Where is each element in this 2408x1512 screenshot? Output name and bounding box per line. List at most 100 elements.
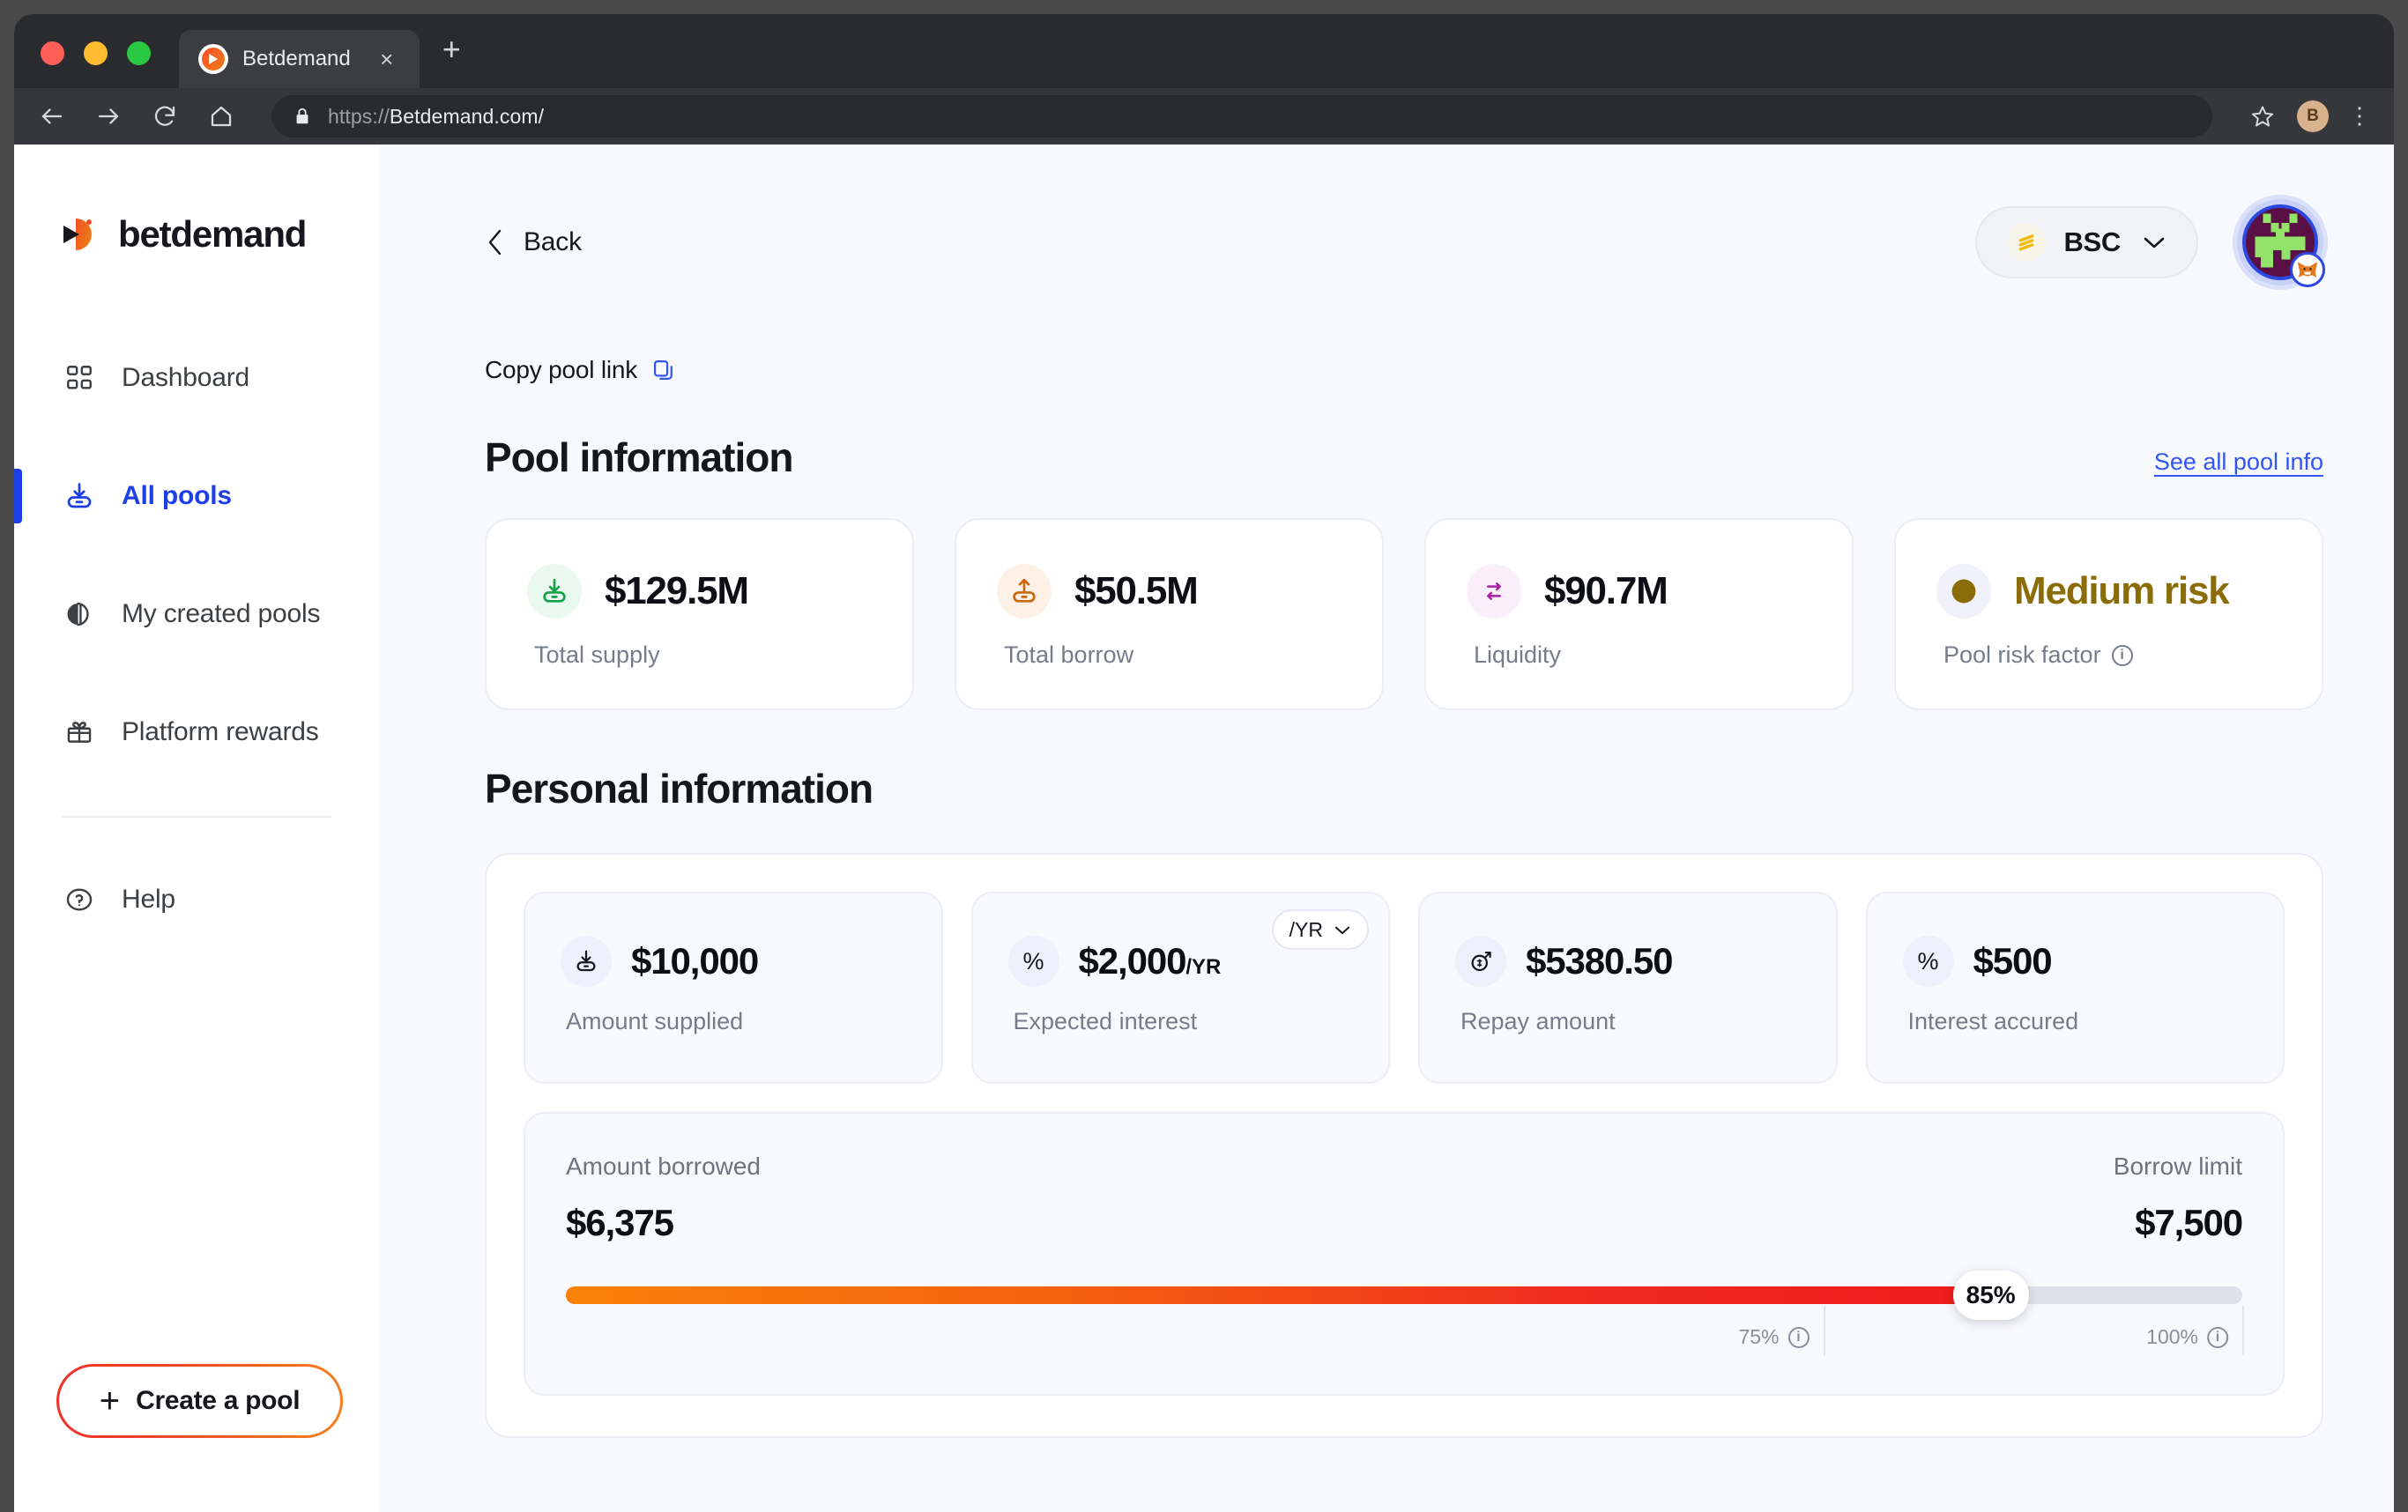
chevron-left-icon bbox=[485, 226, 506, 258]
sidebar-item-help[interactable]: Help bbox=[14, 865, 379, 934]
browser-tab[interactable]: Betdemand × bbox=[179, 30, 420, 88]
personal-stat-grid: $10,000 Amount supplied /YR % $2,000/YR … bbox=[524, 892, 2285, 1084]
personal-card-value-suffix: /YR bbox=[1185, 955, 1222, 979]
tick-line bbox=[2242, 1306, 2244, 1355]
personal-card-label: Interest accured bbox=[1907, 1008, 2079, 1034]
chrome-profile-avatar[interactable]: B bbox=[2297, 100, 2329, 132]
borrow-icon bbox=[997, 564, 1052, 619]
personal-card-label: Repay amount bbox=[1460, 1008, 1616, 1034]
info-icon[interactable]: i bbox=[2111, 644, 2133, 666]
period-selector[interactable]: /YR bbox=[1271, 909, 1369, 950]
sidebar-item-label: My created pools bbox=[122, 599, 321, 628]
sidebar-item-label: Platform rewards bbox=[122, 717, 319, 746]
stat-label: Liquidity bbox=[1474, 641, 1811, 669]
back-label: Back bbox=[524, 227, 582, 256]
back-nav-icon[interactable] bbox=[37, 101, 67, 131]
copy-pool-link-button[interactable]: Copy pool link bbox=[485, 356, 676, 384]
percent-icon: % bbox=[1007, 936, 1059, 987]
chevron-down-icon bbox=[2142, 234, 2166, 250]
brand-logo[interactable]: betdemand bbox=[62, 213, 379, 256]
back-button[interactable]: Back bbox=[485, 226, 582, 258]
stat-value: $50.5M bbox=[1074, 569, 1199, 612]
maximize-window-button[interactable] bbox=[127, 41, 151, 65]
bnb-icon bbox=[2007, 223, 2047, 262]
stat-label-text: Total supply bbox=[534, 641, 660, 668]
url-scheme: https:// bbox=[328, 104, 390, 128]
address-bar[interactable]: https://Betdemand.com/ bbox=[271, 95, 2212, 137]
personal-card-top: $10,000 bbox=[561, 936, 906, 987]
progress-ticks: 75% i 100% i bbox=[566, 1306, 2244, 1359]
personal-card-interest-accured: % $500 Interest accured bbox=[1865, 892, 2285, 1084]
percent-icon: % bbox=[1902, 936, 1954, 987]
supply-icon bbox=[561, 936, 612, 987]
borrow-progress-bar[interactable]: 85% bbox=[566, 1271, 2242, 1320]
amount-borrowed-label: Amount borrowed bbox=[566, 1153, 762, 1180]
borrow-limit-label: Borrow limit bbox=[2113, 1153, 2242, 1180]
section-title: Personal information bbox=[485, 766, 873, 812]
personal-card-amount-supplied: $10,000 Amount supplied bbox=[524, 892, 943, 1084]
browser-tabstrip: Betdemand × + bbox=[14, 14, 2394, 88]
sidebar-item-all-pools[interactable]: All pools bbox=[14, 462, 379, 530]
info-icon[interactable]: i bbox=[2207, 1326, 2228, 1348]
swap-icon bbox=[1467, 564, 1521, 619]
page-topbar: Back BSC bbox=[485, 145, 2325, 287]
forward-nav-icon[interactable] bbox=[93, 101, 123, 131]
repay-icon bbox=[1455, 936, 1506, 987]
gift-icon bbox=[62, 715, 97, 750]
url-host: Betdemand.com/ bbox=[389, 104, 545, 128]
new-tab-button[interactable]: + bbox=[442, 33, 461, 65]
home-icon[interactable] bbox=[206, 101, 236, 131]
stat-label: Total supply bbox=[534, 641, 872, 669]
stat-value: Medium risk bbox=[2014, 569, 2230, 612]
borrow-amounts: $6,375 $7,500 bbox=[566, 1202, 2243, 1244]
pool-information-header: Pool information See all pool info bbox=[485, 434, 2323, 481]
topbar-right: BSC bbox=[1975, 199, 2325, 287]
stat-value: $129.5M bbox=[605, 569, 749, 612]
info-icon[interactable]: i bbox=[1787, 1326, 1810, 1348]
progress-fill bbox=[566, 1286, 1991, 1304]
stat-top: $50.5M bbox=[997, 564, 1341, 619]
stat-label-text: Pool risk factor bbox=[1943, 641, 2101, 668]
sidebar-item-label: All pools bbox=[122, 481, 232, 510]
create-a-pool-button[interactable]: + Create a pool bbox=[56, 1364, 343, 1438]
tick-label: 100% i bbox=[2146, 1325, 2242, 1349]
personal-card-top: % $500 bbox=[1902, 936, 2248, 987]
reload-icon[interactable] bbox=[150, 101, 180, 131]
borrow-limit-box: Amount borrowed Borrow limit $6,375 $7,5… bbox=[524, 1112, 2285, 1396]
personal-card-value-main: $2,000 bbox=[1078, 940, 1187, 982]
close-window-button[interactable] bbox=[41, 41, 64, 65]
borrow-limit-value: $7,500 bbox=[2135, 1202, 2243, 1243]
tick-line bbox=[1823, 1306, 1825, 1355]
personal-card-expected-interest: /YR % $2,000/YR Expected interest bbox=[970, 892, 1390, 1084]
plus-icon: + bbox=[99, 1382, 121, 1420]
toolbar-right-cluster: B ⋮ bbox=[2248, 100, 2371, 132]
personal-information-panel: $10,000 Amount supplied /YR % $2,000/YR … bbox=[485, 853, 2323, 1438]
see-all-pool-info-link[interactable]: See all pool info bbox=[2154, 448, 2323, 481]
browser-window: Betdemand × + https://Betdemand.com/ B ⋮… bbox=[14, 14, 2394, 1512]
sidebar-nav: Dashboard All pools My created pools Pla… bbox=[14, 344, 379, 934]
minimize-window-button[interactable] bbox=[84, 41, 108, 65]
borrow-captions: Amount borrowed Borrow limit bbox=[566, 1153, 2242, 1181]
lock-icon bbox=[293, 107, 312, 126]
chain-selector[interactable]: BSC bbox=[1975, 206, 2198, 278]
sidebar-item-platform-rewards[interactable]: Platform rewards bbox=[14, 698, 379, 767]
close-tab-button[interactable]: × bbox=[374, 48, 400, 70]
window-traffic-lights bbox=[41, 41, 151, 88]
sidebar-item-dashboard[interactable]: Dashboard bbox=[14, 344, 379, 412]
stat-card-pool-risk-factor: Medium risk Pool risk factor i bbox=[1894, 518, 2323, 710]
browser-menu-icon[interactable]: ⋮ bbox=[2348, 105, 2371, 127]
sidebar-item-my-created-pools[interactable]: My created pools bbox=[14, 580, 379, 649]
risk-dot-icon bbox=[1936, 564, 1991, 619]
tick-label-text: 75% bbox=[1738, 1325, 1780, 1348]
grid-icon bbox=[62, 360, 97, 396]
supply-icon bbox=[527, 564, 582, 619]
bookmark-star-icon[interactable] bbox=[2248, 101, 2278, 131]
metamask-icon bbox=[2290, 252, 2325, 287]
personal-card-value: $5380.50 bbox=[1526, 940, 1673, 982]
personal-card-top: $5380.50 bbox=[1455, 936, 1801, 987]
personal-card-value: $10,000 bbox=[631, 940, 759, 982]
sidebar-divider bbox=[62, 816, 331, 818]
copy-icon bbox=[651, 358, 676, 382]
wallet-avatar[interactable] bbox=[2237, 199, 2325, 287]
page-viewport: betdemand Dashboard All pools My created… bbox=[14, 145, 2394, 1512]
